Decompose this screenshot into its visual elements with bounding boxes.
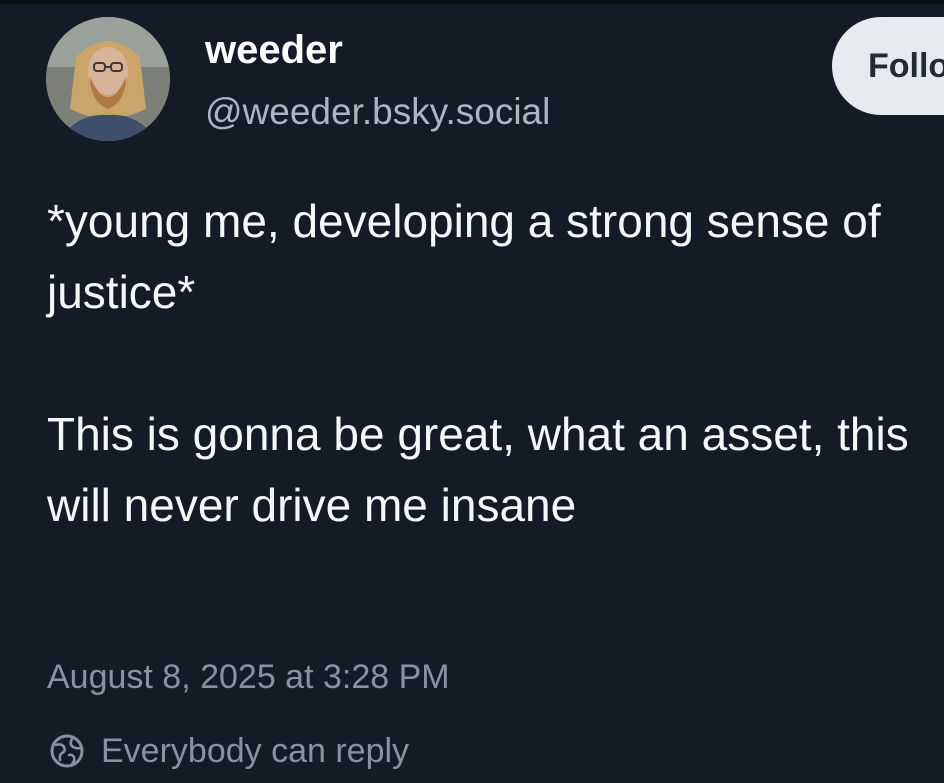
author-handle[interactable]: @weeder.bsky.social xyxy=(205,89,550,135)
display-name[interactable]: weeder xyxy=(205,26,343,74)
reply-setting: Everybody can reply xyxy=(47,727,409,775)
reply-setting-label: Everybody can reply xyxy=(101,732,410,770)
follow-button[interactable]: Follow xyxy=(832,17,944,115)
top-divider xyxy=(0,0,944,4)
avatar-photo-icon xyxy=(46,17,170,141)
post-text: *young me, developing a strong sense of … xyxy=(47,195,909,531)
globe-icon xyxy=(47,731,87,771)
post-timestamp[interactable]: August 8, 2025 at 3:28 PM xyxy=(47,655,450,699)
post-card: weeder @weeder.bsky.social Follow *young… xyxy=(0,0,944,783)
avatar[interactable] xyxy=(46,17,170,141)
